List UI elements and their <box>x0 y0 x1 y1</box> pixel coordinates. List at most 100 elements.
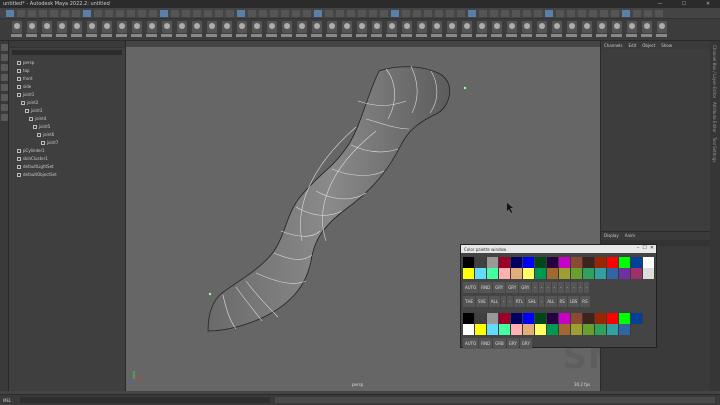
status-line-button[interactable] <box>435 10 443 17</box>
color-swatch[interactable] <box>631 257 643 268</box>
color-swatch[interactable] <box>619 324 631 335</box>
status-line-button[interactable] <box>336 10 344 17</box>
minimize-button[interactable]: — <box>648 0 672 8</box>
shelf-tool-icon[interactable] <box>642 21 652 33</box>
shelf-tool-icon[interactable] <box>552 21 562 33</box>
move-tool-icon[interactable] <box>1 74 8 81</box>
shelf-tool-icon[interactable] <box>102 21 112 33</box>
status-line-button[interactable] <box>479 10 487 17</box>
color-swatch[interactable] <box>607 268 619 279</box>
status-line-button[interactable] <box>6 10 14 17</box>
palette-minimize-button[interactable]: – <box>637 245 640 251</box>
status-line-button[interactable] <box>589 10 597 17</box>
status-line-button[interactable] <box>127 10 135 17</box>
color-swatch[interactable] <box>499 257 511 268</box>
palette-button[interactable]: GRY <box>493 282 506 293</box>
palette-button[interactable]: RS <box>580 296 590 307</box>
color-swatch[interactable] <box>571 268 583 279</box>
palette-button[interactable]: GRY <box>506 338 519 349</box>
color-swatch[interactable] <box>631 313 643 324</box>
palette-button[interactable]: GRB <box>493 338 506 349</box>
status-line-button[interactable] <box>424 10 432 17</box>
palette-button[interactable]: - <box>545 282 551 293</box>
status-line-button[interactable] <box>314 10 322 17</box>
color-swatch[interactable] <box>535 313 547 324</box>
palette-button[interactable]: - <box>558 282 564 293</box>
outliner-item[interactable]: pCylinder1 <box>17 147 45 154</box>
palette-title-bar[interactable]: Color palette window – ☐ ✕ <box>461 245 656 253</box>
color-swatch[interactable] <box>535 268 547 279</box>
shelf-tool-icon[interactable] <box>27 21 37 33</box>
color-swatch[interactable] <box>475 257 487 268</box>
color-swatch[interactable] <box>463 257 475 268</box>
shelf-tool-icon[interactable] <box>207 21 217 33</box>
lasso-tool-icon[interactable] <box>1 54 8 61</box>
status-line-button[interactable] <box>369 10 377 17</box>
status-line-button[interactable] <box>490 10 498 17</box>
shelf-tool-icon[interactable] <box>357 21 367 33</box>
outliner-item[interactable]: front <box>17 75 33 82</box>
status-line-button[interactable] <box>83 10 91 17</box>
color-swatch[interactable] <box>619 257 631 268</box>
outliner-item[interactable]: joint5 <box>33 123 50 130</box>
shelf-tool-icon[interactable] <box>12 21 22 33</box>
outliner-item[interactable]: defaultLightSet <box>17 163 54 170</box>
color-swatch[interactable] <box>535 324 547 335</box>
palette-button[interactable]: THE <box>463 296 475 307</box>
status-line-button[interactable] <box>501 10 509 17</box>
layout-single-icon[interactable] <box>1 104 8 111</box>
color-swatch[interactable] <box>583 324 595 335</box>
status-line-button[interactable] <box>116 10 124 17</box>
status-line-button[interactable] <box>446 10 454 17</box>
status-line-button[interactable] <box>292 10 300 17</box>
palette-button[interactable]: ALL <box>545 296 557 307</box>
status-line-button[interactable] <box>204 10 212 17</box>
color-swatch[interactable] <box>463 313 475 324</box>
shelf-tool-icon[interactable] <box>267 21 277 33</box>
shelf-tool-icon[interactable] <box>177 21 187 33</box>
status-line-button[interactable] <box>138 10 146 17</box>
palette-button[interactable]: RND <box>479 282 493 293</box>
shelf-tool-icon[interactable] <box>417 21 427 33</box>
close-button[interactable]: ✕ <box>696 0 720 8</box>
shelf-tool-icon[interactable] <box>87 21 97 33</box>
mesh-surface[interactable] <box>207 66 451 332</box>
status-line-button[interactable] <box>259 10 267 17</box>
palette-button[interactable]: SHL <box>526 296 538 307</box>
tab-anim[interactable]: Anim <box>625 233 635 238</box>
status-line-button[interactable] <box>226 10 234 17</box>
menu-show[interactable]: Show <box>661 43 672 48</box>
color-swatch[interactable] <box>511 268 523 279</box>
color-swatch[interactable] <box>499 268 511 279</box>
shelf-tool-icon[interactable] <box>147 21 157 33</box>
status-line-button[interactable] <box>248 10 256 17</box>
color-swatch[interactable] <box>559 257 571 268</box>
color-swatch[interactable] <box>463 324 475 335</box>
status-line-button[interactable] <box>633 10 641 17</box>
color-swatch[interactable] <box>571 313 583 324</box>
color-swatch[interactable] <box>499 324 511 335</box>
palette-button[interactable]: AUTO <box>463 338 479 349</box>
color-swatch[interactable] <box>487 268 499 279</box>
shelf-tool-icon[interactable] <box>582 21 592 33</box>
status-line-button[interactable] <box>94 10 102 17</box>
layout-four-icon[interactable] <box>1 114 8 121</box>
color-swatch[interactable] <box>499 313 511 324</box>
color-swatch[interactable] <box>571 257 583 268</box>
status-line-button[interactable] <box>545 10 553 17</box>
color-swatch[interactable] <box>643 268 655 279</box>
status-line-button[interactable] <box>72 10 80 17</box>
palette-button[interactable]: - <box>577 282 583 293</box>
status-line-button[interactable] <box>512 10 520 17</box>
status-line-button[interactable] <box>413 10 421 17</box>
palette-button[interactable]: RND <box>479 338 493 349</box>
status-line-button[interactable] <box>622 10 630 17</box>
shelf-tool-icon[interactable] <box>282 21 292 33</box>
shelf-tool-icon[interactable] <box>522 21 532 33</box>
menu-channels[interactable]: Channels <box>604 43 623 48</box>
rotate-tool-icon[interactable] <box>1 84 8 91</box>
outliner-item[interactable]: side <box>17 83 31 90</box>
color-swatch[interactable] <box>475 268 487 279</box>
shelf-tool-icon[interactable] <box>117 21 127 33</box>
status-line-button[interactable] <box>171 10 179 17</box>
